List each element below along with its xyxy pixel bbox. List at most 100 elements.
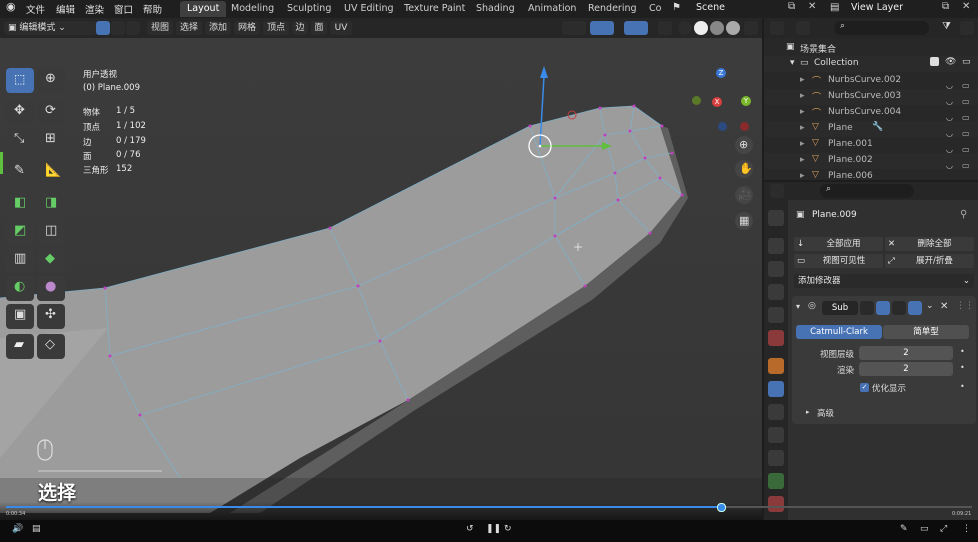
on-cage-toggle-icon[interactable] (876, 301, 890, 315)
particles-tab-icon[interactable] (768, 404, 784, 420)
poly-build-tool[interactable]: ◐ (6, 276, 34, 301)
volume-icon[interactable]: 🔊 (12, 524, 23, 534)
inset-tool[interactable]: ◩ (6, 220, 34, 245)
blender-logo-icon[interactable]: ◉ (6, 0, 16, 13)
display-mode-icon[interactable] (796, 21, 810, 35)
gizmo-x-axis[interactable]: X (712, 97, 722, 107)
advanced-subpanel[interactable]: 高级 (817, 407, 834, 419)
face-select-mode-icon[interactable] (126, 21, 140, 35)
overlay-toggle-icon[interactable] (624, 21, 648, 35)
copy-view-layer-icon[interactable]: ⧉ (942, 1, 949, 12)
select-box-tool[interactable]: ⬚ (6, 68, 34, 93)
gizmo-z-axis[interactable]: Z (716, 68, 726, 78)
tab-shading[interactable]: Shading (469, 1, 522, 17)
camera-render-icon[interactable]: ▭ (962, 57, 971, 67)
tab-animation[interactable]: Animation (521, 1, 583, 17)
menu-mesh[interactable]: 网格 (234, 21, 260, 35)
gizmo-neg-x-axis[interactable] (740, 122, 749, 131)
solid-shading-icon[interactable] (694, 21, 708, 35)
menu-uv[interactable]: UV (330, 21, 352, 35)
gizmo-neg-y-axis[interactable] (692, 96, 701, 105)
render-tab-icon[interactable] (768, 238, 784, 254)
video-progress-track[interactable] (6, 503, 972, 512)
view-layer-tab-icon[interactable] (768, 284, 784, 300)
material-tab-icon[interactable] (768, 496, 784, 512)
bevel-tool[interactable]: ◫ (37, 220, 65, 245)
drag-handle-icon[interactable]: ⋮⋮ (956, 301, 974, 311)
fullscreen-icon[interactable]: ⤢ (940, 524, 947, 534)
simple-button[interactable]: 简单型 (883, 325, 969, 339)
physics-tab-icon[interactable] (768, 427, 784, 443)
menu-view[interactable]: 视图 (147, 21, 173, 35)
realtime-toggle-icon[interactable] (892, 301, 906, 315)
rewind-icon[interactable]: ↺ (466, 524, 474, 534)
output-tab-icon[interactable] (768, 261, 784, 277)
world-tab-icon[interactable] (768, 330, 784, 346)
constraints-tab-icon[interactable] (768, 450, 784, 466)
shading-options-icon[interactable] (744, 21, 758, 35)
properties-editor-icon[interactable] (770, 184, 784, 198)
render-levels-field[interactable]: 2 (859, 362, 953, 376)
new-collection-icon[interactable] (960, 21, 974, 35)
cursor-tool[interactable]: ⊕ (37, 68, 65, 93)
tab-layout[interactable]: Layout (180, 1, 227, 17)
menu-window[interactable]: 窗口 (114, 2, 133, 16)
object-tab-icon[interactable] (768, 358, 784, 374)
tab-more[interactable]: Co (642, 1, 668, 17)
perspective-toggle-button[interactable]: ▦ (735, 212, 753, 230)
menu-edit[interactable]: 编辑 (56, 2, 75, 16)
xray-toggle-icon[interactable] (658, 21, 672, 35)
menu-add[interactable]: 添加 (205, 21, 231, 35)
outliner-root-row[interactable]: ▣ 场景集合 (764, 40, 978, 56)
data-tab-icon[interactable] (768, 473, 784, 489)
viewport-visibility-button[interactable]: ▭ 视图可见性 (794, 254, 883, 268)
modifier-name-input[interactable]: Sub (822, 301, 858, 315)
chevron-down-icon[interactable]: ▾ (796, 302, 800, 311)
expand-collapse-button[interactable]: ⤢ 展开/折叠 (885, 254, 974, 268)
delete-all-button[interactable]: ✕ 删除全部 (885, 237, 974, 251)
edge-select-mode-icon[interactable] (111, 21, 125, 35)
screenshot-icon[interactable]: ▭ (920, 524, 929, 534)
view-layer-name[interactable]: View Layer (851, 2, 903, 13)
menu-help[interactable]: 帮助 (143, 2, 162, 16)
pan-button[interactable]: ✋ (735, 160, 753, 178)
optimal-display-checkbox[interactable]: ✓ (860, 383, 869, 392)
scale-tool[interactable]: ⤡ (6, 128, 34, 153)
shrink-tool[interactable]: ✣ (37, 304, 65, 329)
pause-icon[interactable]: ❚❚ (486, 524, 501, 534)
tab-sculpting[interactable]: Sculpting (280, 1, 338, 17)
tab-texture-paint[interactable]: Texture Paint (397, 1, 472, 17)
mode-dropdown[interactable]: ▣ 编辑模式 ⌄ (4, 21, 96, 35)
menu-render[interactable]: 渲染 (85, 2, 104, 16)
visibility-column[interactable]: ◡ ◡ ◡ ◡ ◡ ◡ (946, 78, 956, 174)
edit-icon[interactable]: ✎ (900, 524, 908, 534)
menu-vertex[interactable]: 顶点 (263, 21, 289, 35)
forward-icon[interactable]: ↻ (504, 524, 512, 534)
render-toggle-icon[interactable] (908, 301, 922, 315)
shear-tool[interactable]: ▰ (6, 334, 34, 359)
keyframe-dot-icon[interactable]: • (960, 382, 965, 391)
transform-tool[interactable]: ⊞ (37, 128, 65, 153)
keyframe-dot-icon[interactable]: • (960, 347, 965, 356)
collection-checkbox[interactable] (930, 57, 939, 66)
rendered-shading-icon[interactable] (726, 21, 740, 35)
wireframe-shading-icon[interactable] (678, 21, 692, 35)
render-column[interactable]: ▭ ▭ ▭ ▭ ▭ ▭ (962, 78, 972, 174)
chevron-down-icon[interactable]: ⌄ (926, 301, 934, 311)
measure-tool[interactable]: 📐 (37, 160, 65, 185)
material-shading-icon[interactable] (710, 21, 724, 35)
chevron-right-icon[interactable]: ▸ (806, 408, 810, 416)
tool-tab-icon[interactable] (768, 210, 784, 226)
video-progress-handle[interactable] (716, 503, 726, 512)
tab-rendering[interactable]: Rendering (581, 1, 644, 17)
filter-icon[interactable]: ⧩ (942, 21, 951, 32)
modifier-tab-icon[interactable] (768, 381, 784, 397)
properties-search-input[interactable]: ⌕ (820, 184, 914, 198)
close-scene-icon[interactable]: ✕ (808, 1, 816, 12)
spin-tool[interactable]: ● (37, 276, 65, 301)
gizmo-neg-z-axis[interactable] (718, 122, 727, 131)
visibility-dropdown-icon[interactable] (562, 21, 586, 35)
tab-modeling[interactable]: Modeling (224, 1, 281, 17)
menu-file[interactable]: 文件 (26, 2, 45, 16)
smooth-tool[interactable]: ▣ (6, 304, 34, 329)
